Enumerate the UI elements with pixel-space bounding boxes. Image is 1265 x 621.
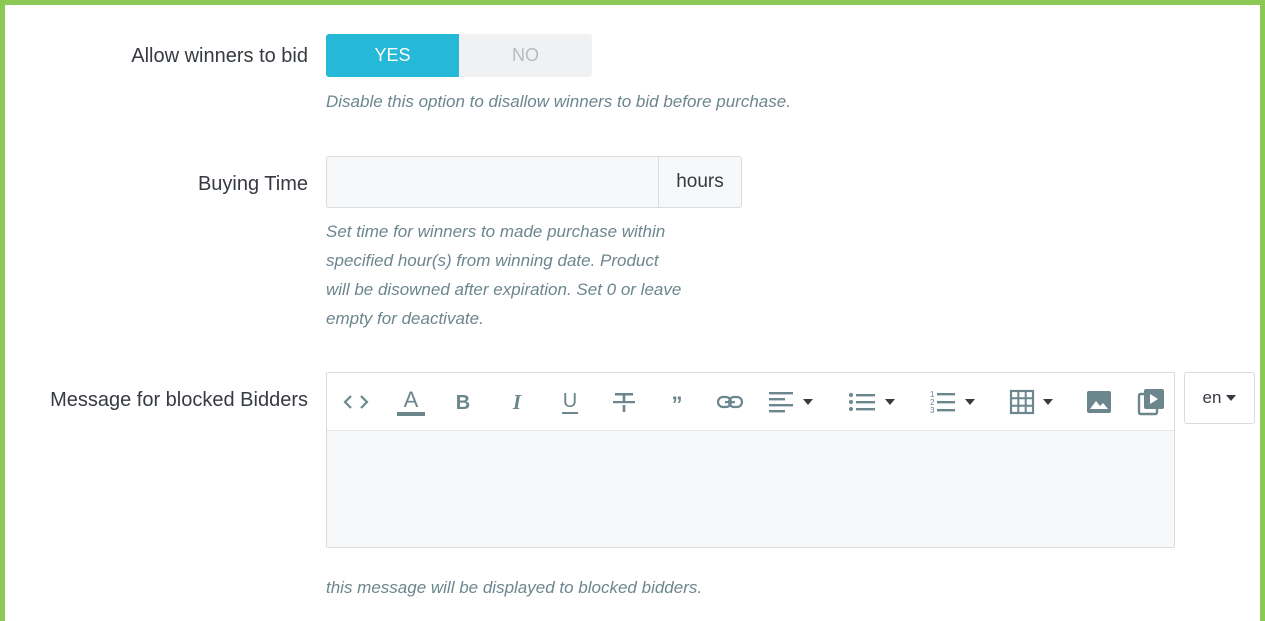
font-color-icon[interactable]: A — [391, 387, 431, 417]
hours-addon: hours — [658, 156, 742, 208]
link-icon[interactable] — [713, 387, 747, 417]
underline-icon[interactable]: U — [555, 387, 585, 417]
language-selector[interactable]: en — [1184, 372, 1255, 424]
bullet-list-dropdown-caret-icon[interactable] — [885, 399, 895, 405]
svg-text:”: ” — [672, 395, 683, 409]
table-dropdown-caret-icon[interactable] — [1043, 399, 1053, 405]
buying-time-label: Buying Time — [197, 173, 308, 195]
video-icon[interactable] — [1135, 387, 1167, 417]
buying-time-help-line: will be disowned after expiration. Set 0… — [326, 280, 682, 299]
buying-time-help-line: specified hour(s) from winning date. Pro… — [326, 251, 659, 270]
switch-yes-option[interactable]: YES — [326, 34, 459, 77]
buying-time-input[interactable] — [326, 156, 658, 208]
buying-time-help-line: empty for deactivate. — [326, 309, 484, 328]
svg-text:A: A — [404, 387, 419, 412]
numbered-list-icon[interactable]: 123 — [927, 387, 989, 417]
svg-text:B: B — [456, 392, 470, 413]
blockquote-icon[interactable]: ” — [663, 387, 691, 417]
allow-winners-help: Disable this option to disallow winners … — [326, 92, 791, 111]
editor-toolbar: A B I U ” 1 2 3 — [327, 373, 1174, 431]
switch-no-option[interactable]: NO — [459, 34, 592, 77]
bullet-list-icon[interactable] — [847, 387, 909, 417]
blocked-message-help: this message will be displayed to blocke… — [326, 578, 703, 597]
strikethrough-icon[interactable] — [609, 387, 639, 417]
table-icon[interactable] — [1009, 387, 1065, 417]
chevron-down-icon — [1226, 395, 1237, 401]
bold-icon[interactable]: B — [449, 387, 477, 417]
buying-time-help-line: Set time for winners to made purchase wi… — [326, 222, 666, 241]
buying-time-group: hours — [326, 156, 742, 208]
language-code: en — [1202, 388, 1222, 407]
svg-text:U: U — [563, 390, 577, 412]
align-dropdown-caret-icon[interactable] — [803, 399, 813, 405]
numbered-list-dropdown-caret-icon[interactable] — [965, 399, 975, 405]
svg-text:3: 3 — [930, 406, 935, 415]
blocked-message-label: Message for blocked Bidders — [50, 389, 308, 411]
image-icon[interactable] — [1083, 387, 1115, 417]
rich-text-editor: A B I U ” 1 2 3 — [326, 372, 1175, 548]
svg-text:I: I — [512, 391, 522, 413]
buying-time-help: Set time for winners to made purchase wi… — [326, 217, 681, 333]
align-icon[interactable] — [767, 387, 831, 417]
italic-icon[interactable]: I — [503, 387, 531, 417]
allow-winners-label: Allow winners to bid — [131, 45, 308, 67]
editor-content-area[interactable] — [327, 431, 1174, 547]
code-view-icon[interactable] — [339, 387, 373, 417]
allow-winners-switch[interactable]: YES NO — [326, 34, 592, 77]
